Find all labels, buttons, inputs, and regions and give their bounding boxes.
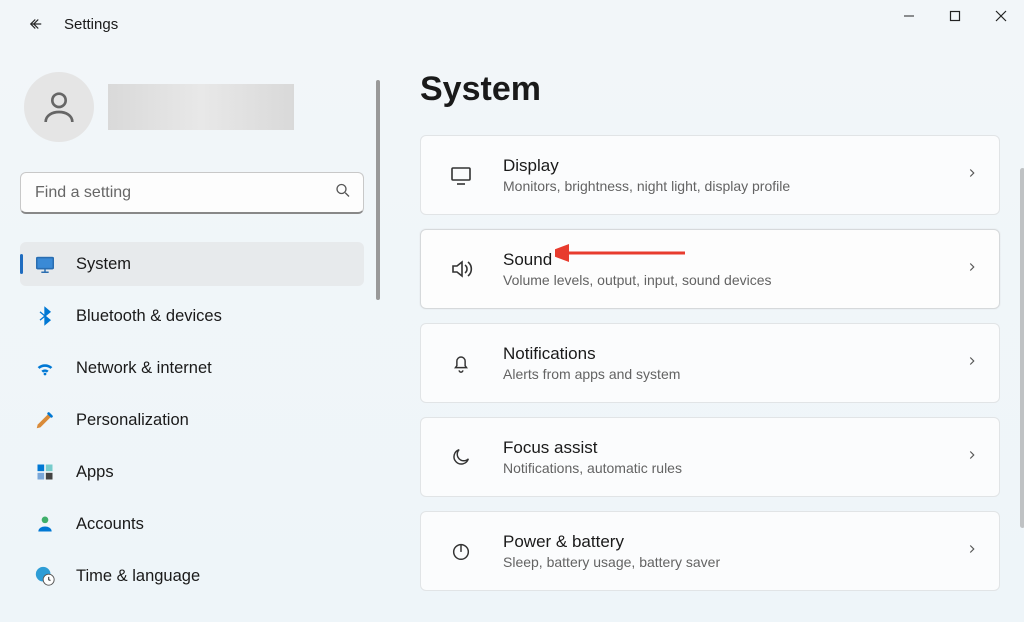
bluetooth-icon <box>34 305 56 327</box>
card-title: Sound <box>503 250 965 270</box>
search-icon <box>334 182 352 205</box>
app-title: Settings <box>64 16 118 33</box>
chevron-right-icon <box>965 354 979 373</box>
person-icon <box>34 513 56 535</box>
wifi-icon <box>34 357 56 379</box>
search-input[interactable] <box>20 172 364 214</box>
brush-icon <box>34 409 56 431</box>
display-icon <box>34 253 56 275</box>
nav-item-accounts[interactable]: Accounts <box>20 502 364 546</box>
chevron-right-icon <box>965 542 979 561</box>
user-icon <box>39 87 79 127</box>
maximize-icon <box>949 10 961 22</box>
back-button[interactable] <box>16 4 56 44</box>
close-icon <box>995 10 1007 22</box>
nav-item-time-language[interactable]: Time & language <box>20 554 364 598</box>
nav-item-label: System <box>76 255 131 274</box>
sound-icon <box>447 255 475 283</box>
nav-item-label: Network & internet <box>76 359 212 378</box>
window-maximize-button[interactable] <box>932 0 978 32</box>
card-subtitle: Sleep, battery usage, battery saver <box>503 554 965 570</box>
window-minimize-button[interactable] <box>886 0 932 32</box>
page-heading: System <box>420 70 1000 109</box>
settings-card-power-battery[interactable]: Power & battery Sleep, battery usage, ba… <box>420 511 1000 591</box>
power-icon <box>447 537 475 565</box>
card-title: Focus assist <box>503 438 965 458</box>
nav-item-personalization[interactable]: Personalization <box>20 398 364 442</box>
nav-list: System Bluetooth & devices Network & int… <box>20 242 364 598</box>
nav-item-label: Bluetooth & devices <box>76 307 222 326</box>
back-arrow-icon <box>27 15 45 33</box>
settings-card-sound[interactable]: Sound Volume levels, output, input, soun… <box>420 229 1000 309</box>
main-scrollbar[interactable] <box>1020 168 1024 528</box>
window-close-button[interactable] <box>978 0 1024 32</box>
card-title: Power & battery <box>503 532 965 552</box>
nav-item-network-internet[interactable]: Network & internet <box>20 346 364 390</box>
nav-item-label: Apps <box>76 463 114 482</box>
card-title: Notifications <box>503 344 965 364</box>
card-subtitle: Notifications, automatic rules <box>503 460 965 476</box>
settings-card-focus-assist[interactable]: Focus assist Notifications, automatic ru… <box>420 417 1000 497</box>
nav-item-label: Time & language <box>76 567 200 586</box>
bell-icon <box>447 349 475 377</box>
settings-card-list: Display Monitors, brightness, night ligh… <box>420 135 1000 591</box>
card-subtitle: Alerts from apps and system <box>503 366 965 382</box>
moon-icon <box>447 443 475 471</box>
user-avatar[interactable] <box>24 72 94 142</box>
nav-item-system[interactable]: System <box>20 242 364 286</box>
nav-item-apps[interactable]: Apps <box>20 450 364 494</box>
card-subtitle: Volume levels, output, input, sound devi… <box>503 272 965 288</box>
settings-card-notifications[interactable]: Notifications Alerts from apps and syste… <box>420 323 1000 403</box>
chevron-right-icon <box>965 260 979 279</box>
apps-icon <box>34 461 56 483</box>
settings-card-display[interactable]: Display Monitors, brightness, night ligh… <box>420 135 1000 215</box>
display-icon <box>447 161 475 189</box>
chevron-right-icon <box>965 448 979 467</box>
sidebar-scrollbar[interactable] <box>376 80 380 300</box>
nav-item-label: Accounts <box>76 515 144 534</box>
minimize-icon <box>903 10 915 22</box>
globe-clock-icon <box>34 565 56 587</box>
card-subtitle: Monitors, brightness, night light, displ… <box>503 178 965 194</box>
nav-item-bluetooth-devices[interactable]: Bluetooth & devices <box>20 294 364 338</box>
nav-item-label: Personalization <box>76 411 189 430</box>
card-title: Display <box>503 156 965 176</box>
user-name-redacted <box>108 84 294 130</box>
chevron-right-icon <box>965 166 979 185</box>
